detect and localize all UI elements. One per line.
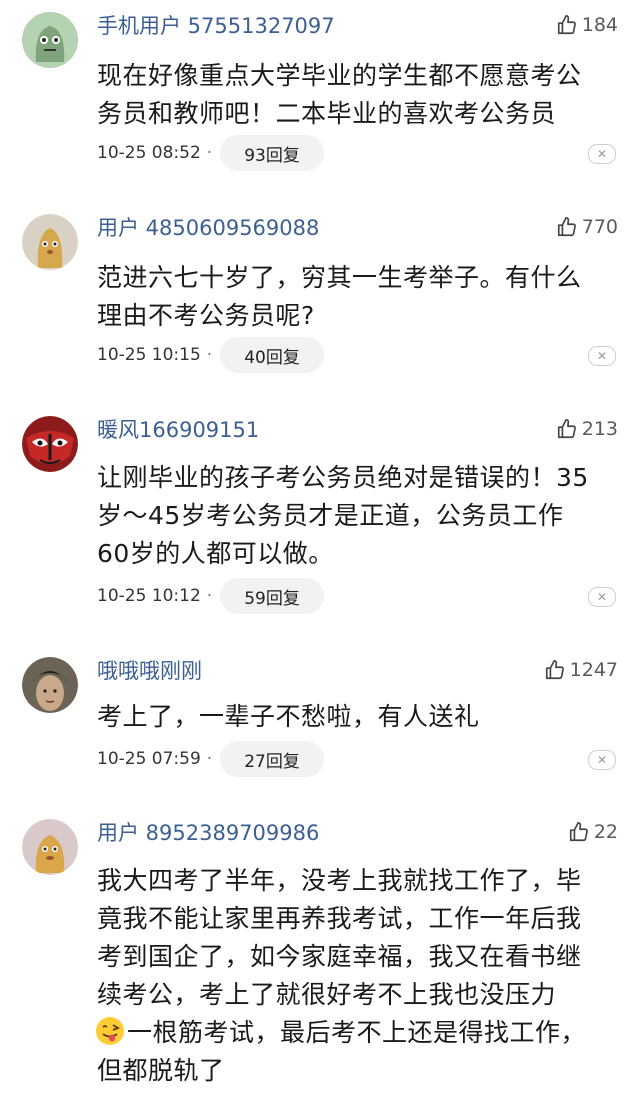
comment-line: 续考公，考上了就很好考不上我也没压力 bbox=[97, 980, 557, 1009]
thumbs-up-icon bbox=[556, 418, 578, 440]
like-count: 22 bbox=[593, 821, 618, 843]
thumbs-up-icon bbox=[544, 659, 566, 681]
reply-button[interactable]: 40回复 bbox=[220, 337, 324, 373]
comment-line: 考上了，一辈子不愁啦，有人送礼 bbox=[97, 702, 480, 731]
comment-line-text: 一根筋考试，最后考不上还是得找工作， bbox=[127, 1018, 587, 1047]
comment-line: 但都脱轨了 bbox=[97, 1056, 225, 1085]
comment-line: 让刚毕业的孩子考公务员绝对是错误的！35 bbox=[97, 463, 589, 492]
timestamp: 10-25 07:59 bbox=[97, 749, 201, 769]
like-count: 184 bbox=[581, 14, 618, 36]
username[interactable]: 暖风166909151 bbox=[97, 416, 259, 444]
avatar[interactable] bbox=[22, 657, 78, 713]
comment-line: 考到国企了，如今家庭幸福，我又在看书继 bbox=[97, 942, 582, 971]
avatar[interactable] bbox=[22, 416, 78, 472]
comment-text: 范进六七十岁了，穷其一生考举子。有什么 理由不考公务员呢? bbox=[97, 259, 617, 335]
avatar[interactable] bbox=[22, 214, 78, 270]
thumbs-up-icon bbox=[556, 216, 578, 238]
avatar[interactable] bbox=[22, 819, 78, 875]
timestamp: 10-25 10:12 bbox=[97, 586, 201, 606]
timestamp: 10-25 08:52 bbox=[97, 143, 201, 163]
comment-line: 我大四考了半年，没考上我就找工作了，毕 bbox=[97, 866, 582, 895]
comment-meta: 10-25 07:59 · 27回复 bbox=[97, 741, 324, 777]
thumbs-up-icon bbox=[556, 14, 578, 36]
close-icon[interactable]: ✕ bbox=[588, 346, 616, 366]
username[interactable]: 用户 4850609569088 bbox=[97, 214, 319, 242]
like-button[interactable]: 213 bbox=[556, 414, 618, 444]
reply-button[interactable]: 59回复 bbox=[220, 578, 324, 614]
comment-meta: 10-25 10:15 · 40回复 bbox=[97, 337, 324, 373]
close-icon[interactable]: ✕ bbox=[588, 144, 616, 164]
separator: · bbox=[206, 749, 213, 769]
comment-text: 让刚毕业的孩子考公务员绝对是错误的！35 岁～45岁考公务员才是正道，公务员工作… bbox=[97, 459, 617, 573]
separator: · bbox=[206, 143, 213, 163]
like-button[interactable]: 184 bbox=[556, 10, 618, 40]
reply-button[interactable]: 93回复 bbox=[220, 135, 324, 171]
comment-line: 竟我不能让家里再养我考试，工作一年后我 bbox=[97, 904, 582, 933]
like-count: 770 bbox=[581, 216, 618, 238]
like-button[interactable]: 22 bbox=[568, 817, 618, 847]
like-count: 1247 bbox=[569, 659, 618, 681]
comment-text: 现在好像重点大学毕业的学生都不愿意考公 务员和教师吧！二本毕业的喜欢考公务员 bbox=[97, 57, 617, 133]
comment-text: 考上了，一辈子不愁啦，有人送礼 bbox=[97, 698, 617, 736]
username[interactable]: 哦哦哦刚刚 bbox=[97, 657, 202, 685]
comment-meta: 10-25 10:12 · 59回复 bbox=[97, 578, 324, 614]
close-icon[interactable]: ✕ bbox=[588, 587, 616, 607]
like-button[interactable]: 770 bbox=[556, 212, 618, 242]
comment-line: 理由不考公务员呢? bbox=[97, 301, 315, 330]
reply-button[interactable]: 27回复 bbox=[220, 741, 324, 777]
comment-line: 一根筋考试，最后考不上还是得找工作， bbox=[95, 1014, 617, 1052]
timestamp: 10-25 10:15 bbox=[97, 345, 201, 365]
close-icon[interactable]: ✕ bbox=[588, 750, 616, 770]
comment-line: 务员和教师吧！二本毕业的喜欢考公务员 bbox=[97, 99, 557, 128]
comment-meta: 10-25 08:52 · 93回复 bbox=[97, 135, 324, 171]
like-count: 213 bbox=[581, 418, 618, 440]
comment-line: 岁～45岁考公务员才是正道，公务员工作 bbox=[97, 501, 564, 530]
comment-line: 范进六七十岁了，穷其一生考举子。有什么 bbox=[97, 263, 582, 292]
comment-line: 60岁的人都可以做。 bbox=[97, 539, 334, 568]
username[interactable]: 用户 8952389709986 bbox=[97, 819, 319, 847]
comment-text: 我大四考了半年，没考上我就找工作了，毕 竟我不能让家里再养我考试，工作一年后我 … bbox=[95, 862, 617, 1090]
separator: · bbox=[206, 586, 213, 606]
winking-tongue-emoji-icon bbox=[95, 1016, 125, 1046]
comment-line: 现在好像重点大学毕业的学生都不愿意考公 bbox=[97, 61, 582, 90]
separator: · bbox=[206, 345, 213, 365]
username[interactable]: 手机用户 57551327097 bbox=[97, 12, 335, 40]
avatar[interactable] bbox=[22, 12, 78, 68]
like-button[interactable]: 1247 bbox=[544, 655, 618, 685]
thumbs-up-icon bbox=[568, 821, 590, 843]
